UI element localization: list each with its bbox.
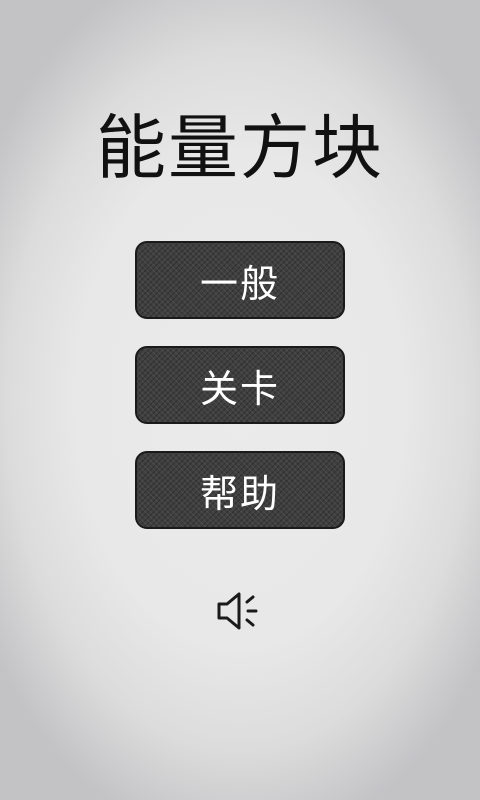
game-title: 能量方块 bbox=[96, 107, 384, 189]
sound-toggle-button[interactable] bbox=[215, 588, 265, 634]
levels-label: 关卡 bbox=[199, 366, 280, 411]
help-label: 帮助 bbox=[199, 471, 280, 516]
speaker-icon bbox=[217, 592, 258, 630]
normal-mode-label: 一般 bbox=[199, 261, 280, 306]
levels-button[interactable]: 关卡 bbox=[135, 346, 345, 424]
normal-mode-button[interactable]: 一般 bbox=[135, 241, 345, 319]
help-button[interactable]: 帮助 bbox=[135, 451, 345, 529]
